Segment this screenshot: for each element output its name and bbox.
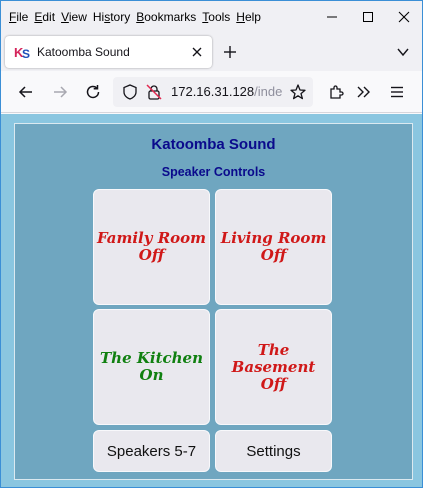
menu-bookmarks[interactable]: Bookmarks [133,1,199,33]
menu-bar: File Edit View History Bookmarks Tools H… [1,1,422,33]
forward-arrow-icon[interactable] [51,83,69,101]
list-all-tabs-chevron-down-icon[interactable] [396,45,410,59]
more-tools-chevron-icon[interactable] [355,83,373,101]
menu-help[interactable]: Help [233,1,264,33]
menu-file[interactable]: File [6,1,31,33]
menu-view[interactable]: View [58,1,90,33]
speaker-tile-kitchen[interactable]: The Kitchen On [93,309,210,425]
speakers-5-7-button[interactable]: Speakers 5-7 [93,430,210,472]
navigation-bar: 172.16.31.128/inde [1,71,422,113]
menu-history[interactable]: History [90,1,133,33]
svg-text:S: S [22,47,30,60]
browser-window: File Edit View History Bookmarks Tools H… [0,0,423,488]
tile-room-label: The Kitchen [100,349,203,367]
tile-state-label: Off [260,246,287,264]
speaker-tile-living-room[interactable]: Living Room Off [215,189,332,305]
extensions-puzzle-icon[interactable] [327,83,345,101]
new-tab-plus-icon[interactable] [221,43,239,61]
speaker-control-panel: Katoomba Sound Speaker Controls Family R… [14,123,413,480]
tile-room-label: Living Room [220,229,327,247]
tile-room-label: Family Room [96,229,207,247]
url-text: 172.16.31.128/inde [171,84,283,99]
tile-room-label: The Basement [231,340,316,376]
tab-title: Katoomba Sound [37,45,130,59]
window-controls [314,1,422,33]
speaker-tile-family-room[interactable]: Family Room Off [93,189,210,305]
menu-tools[interactable]: Tools [199,1,233,33]
speaker-tile-basement[interactable]: The Basement Off [215,309,332,425]
tile-state-label: Off [138,246,165,264]
page-title: Katoomba Sound [151,136,276,153]
bookmark-star-icon[interactable] [289,83,307,101]
tile-state-label: On [139,366,164,384]
minimize-icon [327,16,337,18]
katoomba-favicon-icon: K S [14,45,30,60]
hamburger-menu-icon[interactable] [388,83,406,101]
tile-state-label: Off [260,374,287,393]
close-icon [398,11,410,23]
tracking-shield-icon[interactable] [121,83,139,101]
tab-katoomba-sound[interactable]: K S Katoomba Sound [5,36,212,68]
menu-edit[interactable]: Edit [31,1,58,33]
tab-close-icon[interactable] [190,45,204,59]
maximize-button[interactable] [350,1,386,33]
settings-button[interactable]: Settings [215,430,332,472]
url-bar[interactable]: 172.16.31.128/inde [113,77,313,107]
minimize-button[interactable] [314,1,350,33]
maximize-icon [363,12,373,22]
close-window-button[interactable] [386,1,422,33]
back-arrow-icon[interactable] [17,83,35,101]
tab-strip: K S Katoomba Sound [1,33,422,71]
insecure-lock-icon[interactable] [145,83,163,101]
reload-icon[interactable] [84,83,102,101]
page-content: Katoomba Sound Speaker Controls Family R… [1,114,422,487]
page-subtitle: Speaker Controls [161,165,266,179]
